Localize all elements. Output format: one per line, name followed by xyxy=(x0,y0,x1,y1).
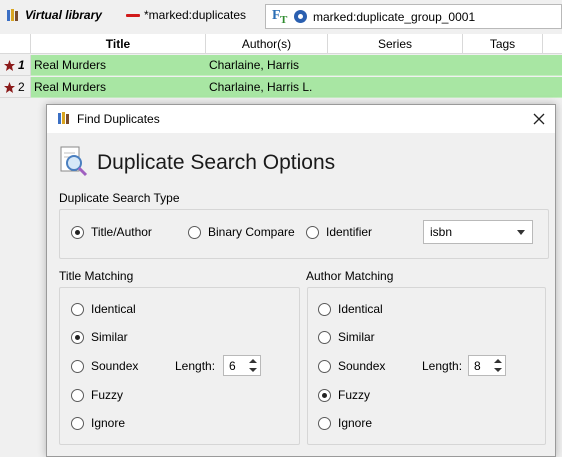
radio-label: Identical xyxy=(338,302,383,316)
radio-label: Soundex xyxy=(338,359,386,373)
title-radio-fuzzy[interactable]: Fuzzy xyxy=(71,388,123,402)
title-matching-label: Title Matching xyxy=(59,269,134,283)
author-radio-similar[interactable]: Similar xyxy=(318,330,375,344)
title-radio-soundex[interactable]: Soundex xyxy=(71,359,138,373)
radio-button[interactable] xyxy=(318,302,331,316)
spinbox-value: 8 xyxy=(474,358,481,373)
search-query-text: marked:duplicate_group_0001 xyxy=(313,9,476,24)
chevron-down-icon xyxy=(517,230,525,235)
radio-label: Similar xyxy=(91,330,128,344)
search-type-label: Duplicate Search Type xyxy=(59,191,180,205)
spinbox-buttons[interactable] xyxy=(247,357,259,374)
cell-author: Charlaine, Harris L. xyxy=(209,80,313,94)
gear-icon[interactable] xyxy=(294,10,307,23)
spinbox-buttons[interactable] xyxy=(492,357,504,374)
dialog-titlebar[interactable]: Find Duplicates xyxy=(47,105,555,133)
column-header-title[interactable]: Title xyxy=(31,34,206,54)
radio-button[interactable] xyxy=(71,330,84,344)
column-header-authors[interactable]: Author(s) xyxy=(206,34,328,54)
radio-label: Fuzzy xyxy=(338,388,371,402)
table-row[interactable]: 2 Real Murders Charlaine, Harris L. xyxy=(0,77,562,98)
radio-button[interactable] xyxy=(71,388,84,402)
radio-identifier[interactable]: Identifier xyxy=(306,225,372,239)
radio-button[interactable] xyxy=(71,302,84,316)
marked-pin-icon xyxy=(4,59,15,71)
row-number-cell: 2 xyxy=(0,77,31,98)
title-radio-similar[interactable]: Similar xyxy=(71,330,128,344)
radio-button[interactable] xyxy=(71,416,84,430)
close-icon[interactable] xyxy=(531,111,547,127)
row-number-header xyxy=(0,34,31,54)
saved-search-tab[interactable]: *marked:duplicates xyxy=(126,8,246,22)
radio-label: Title/Author xyxy=(91,225,152,239)
radio-label: Ignore xyxy=(91,416,126,430)
search-input[interactable]: FT marked:duplicate_group_0001 xyxy=(265,4,562,29)
author-length-label: Length: xyxy=(422,359,463,373)
radio-binary-compare[interactable]: Binary Compare xyxy=(188,225,295,239)
spin-up-icon[interactable] xyxy=(494,359,502,363)
dialog-heading: Duplicate Search Options xyxy=(97,150,336,174)
author-radio-identical[interactable]: Identical xyxy=(318,302,383,316)
book-table-header: Title Author(s) Series Tags xyxy=(0,34,562,54)
marked-indicator-icon xyxy=(126,13,140,17)
author-length-spinbox[interactable]: 8 xyxy=(468,355,506,376)
author-matching-label: Author Matching xyxy=(306,269,394,283)
author-radio-fuzzy[interactable]: Fuzzy xyxy=(318,388,370,402)
column-header-tags[interactable]: Tags xyxy=(463,34,543,54)
radio-label: Ignore xyxy=(338,416,373,430)
radio-label: Identical xyxy=(91,302,136,316)
title-radio-identical[interactable]: Identical xyxy=(71,302,136,316)
radio-label: Identifier xyxy=(326,225,373,239)
radio-button[interactable] xyxy=(318,388,331,402)
identifier-select-value: isbn xyxy=(430,225,453,239)
row-number: 2 xyxy=(18,80,25,94)
marked-pin-icon xyxy=(4,81,15,93)
radio-button[interactable] xyxy=(318,359,331,373)
radio-label: Binary Compare xyxy=(208,225,295,239)
cell-title: Real Murders xyxy=(34,80,107,94)
column-header-extra xyxy=(543,34,562,54)
title-length-spinbox[interactable]: 6 xyxy=(223,355,261,376)
radio-label: Soundex xyxy=(91,359,139,373)
radio-label: Similar xyxy=(338,330,375,344)
row-cells: Real Murders Charlaine, Harris L. xyxy=(31,77,562,98)
row-number-cell: 1 xyxy=(0,55,31,76)
library-icon xyxy=(6,8,20,22)
row-cells: Real Murders Charlaine, Harris xyxy=(31,55,562,76)
radio-button[interactable] xyxy=(318,416,331,430)
dialog-title: Find Duplicates xyxy=(77,112,160,126)
table-row[interactable]: 1 Real Murders Charlaine, Harris xyxy=(0,55,562,76)
spinbox-value: 6 xyxy=(229,358,236,373)
toolbar: Virtual library *marked:duplicates FT ma… xyxy=(0,0,562,34)
saved-search-label: *marked:duplicates xyxy=(144,8,247,22)
title-radio-ignore[interactable]: Ignore xyxy=(71,416,125,430)
spin-down-icon[interactable] xyxy=(494,368,502,372)
magnifier-document-icon xyxy=(59,145,89,180)
virtual-library-label: Virtual library xyxy=(25,8,102,22)
author-radio-soundex[interactable]: Soundex xyxy=(318,359,385,373)
radio-button[interactable] xyxy=(188,225,201,239)
find-duplicates-dialog: Find Duplicates Duplicate Search Options… xyxy=(46,104,556,457)
column-header-series[interactable]: Series xyxy=(328,34,463,54)
title-length-label: Length: xyxy=(175,359,216,373)
row-number: 1 xyxy=(18,58,25,72)
spin-up-icon[interactable] xyxy=(249,359,257,363)
cell-author: Charlaine, Harris xyxy=(209,58,300,72)
identifier-select[interactable]: isbn xyxy=(423,220,533,244)
radio-button[interactable] xyxy=(306,225,319,239)
radio-button[interactable] xyxy=(71,225,84,239)
virtual-library-button[interactable]: Virtual library xyxy=(6,8,102,22)
cell-title: Real Murders xyxy=(34,58,107,72)
radio-button[interactable] xyxy=(71,359,84,373)
radio-title-author[interactable]: Title/Author xyxy=(71,225,152,239)
full-text-search-icon[interactable]: FT xyxy=(272,8,288,26)
radio-label: Fuzzy xyxy=(91,388,124,402)
radio-button[interactable] xyxy=(318,330,331,344)
library-icon xyxy=(57,111,71,128)
author-radio-ignore[interactable]: Ignore xyxy=(318,416,372,430)
dialog-header: Duplicate Search Options xyxy=(59,145,335,180)
spin-down-icon[interactable] xyxy=(249,368,257,372)
